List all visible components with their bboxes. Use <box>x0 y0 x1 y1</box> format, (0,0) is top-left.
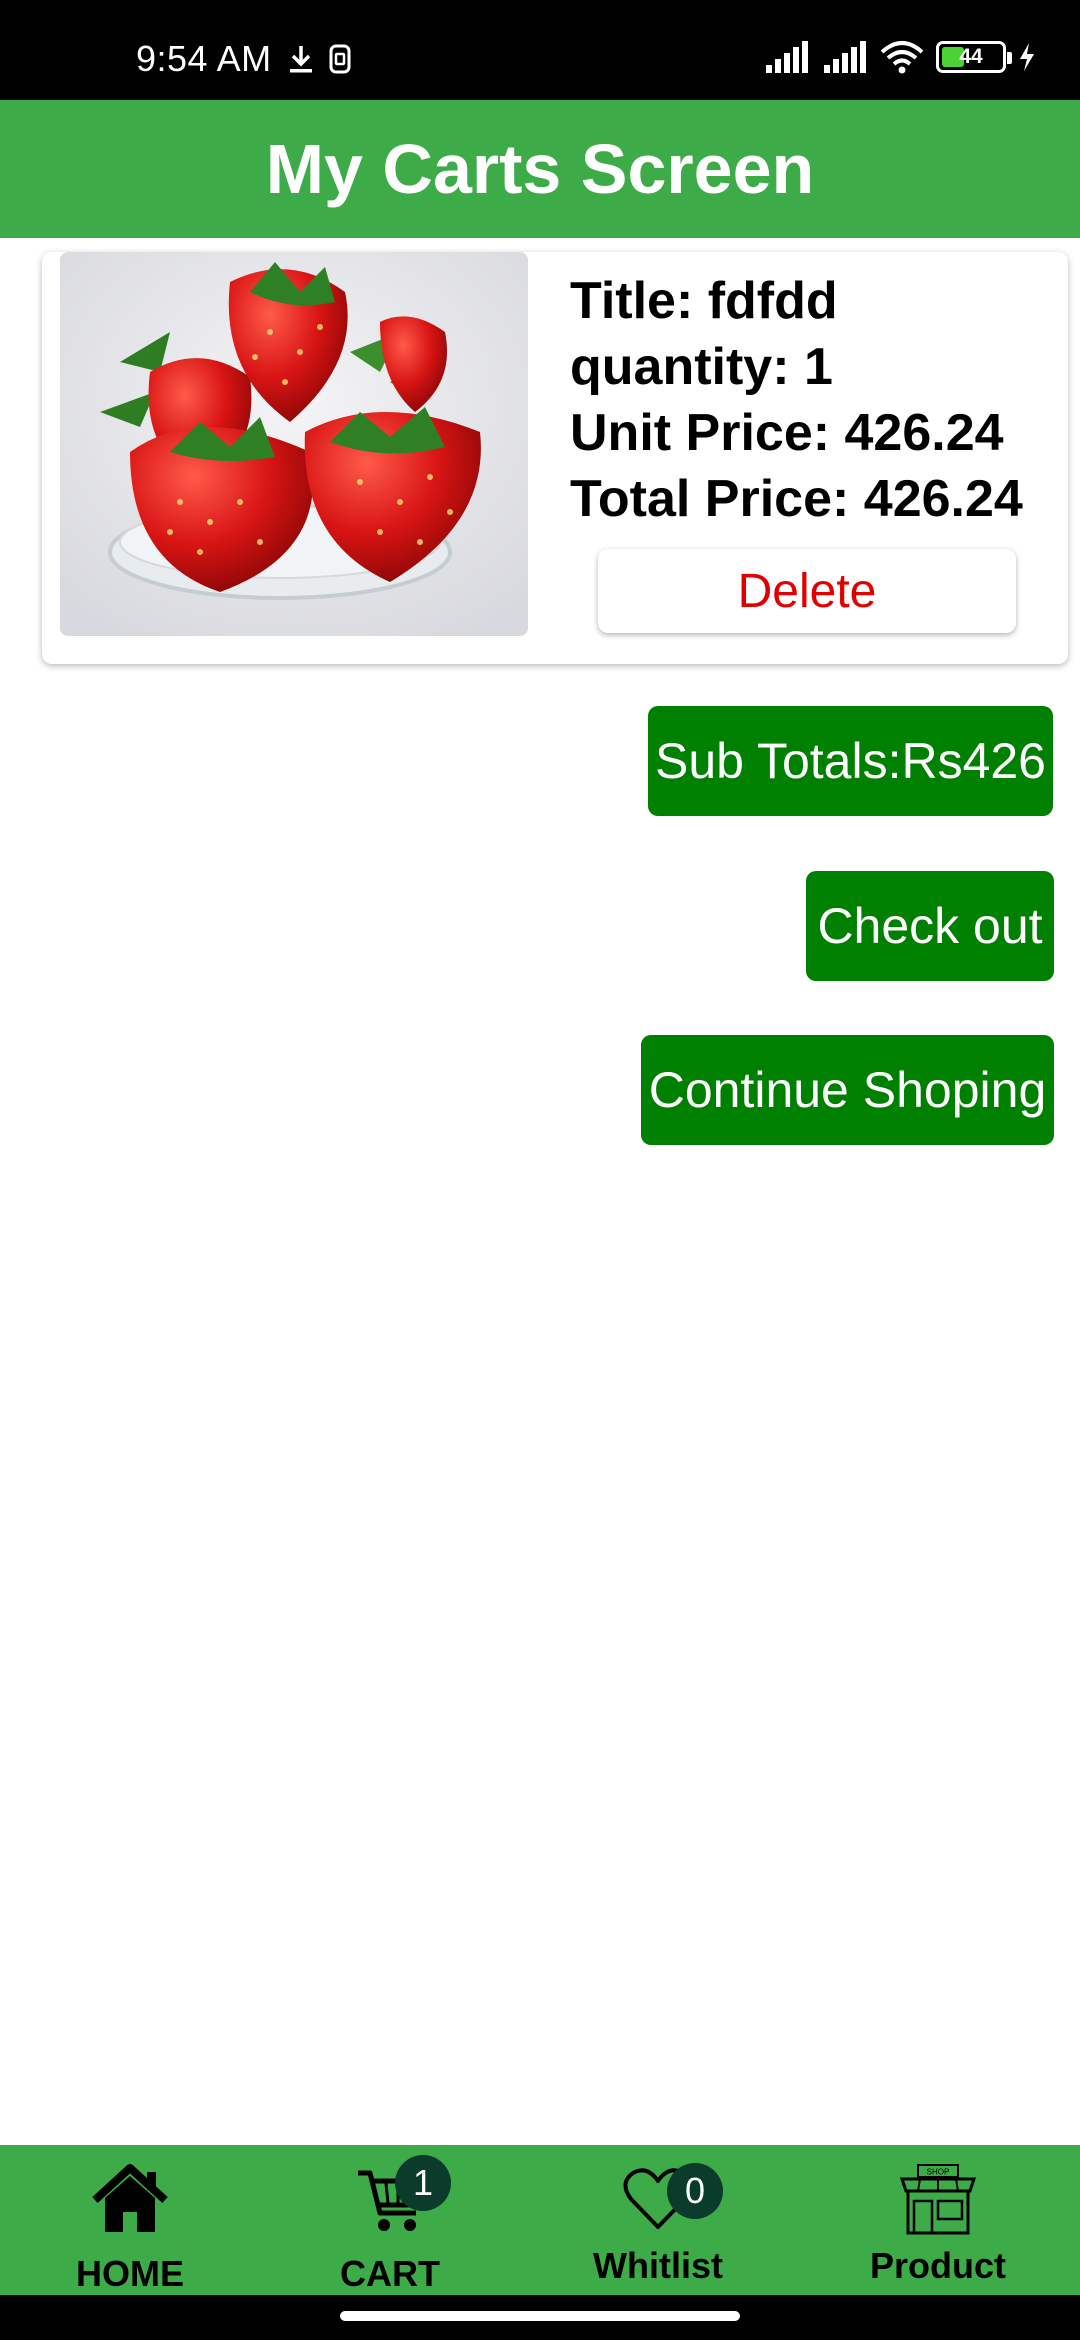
strawberry-image <box>60 252 528 636</box>
continue-shopping-button[interactable]: Continue Shoping <box>641 1035 1054 1145</box>
battery-icon: 44 <box>936 41 1012 73</box>
charging-icon <box>1020 43 1034 71</box>
status-left-icons <box>288 44 352 74</box>
sim-icon <box>329 44 351 74</box>
signal-icon <box>766 41 808 73</box>
subtotal-button[interactable]: Sub Totals:Rs426 <box>648 706 1053 816</box>
checkout-button[interactable]: Check out <box>806 871 1054 981</box>
nav-item-whitlist[interactable]: 0 Whitlist <box>548 2145 768 2295</box>
nav-item-cart[interactable]: 1 CART <box>280 2145 500 2295</box>
nav-item-home[interactable]: HOME <box>20 2145 240 2295</box>
nav-item-product[interactable]: SHOP Product <box>828 2145 1048 2295</box>
cart-item-details: Title: fdfdd quantity: 1 Unit Price: 426… <box>570 268 1023 532</box>
app-bar: My Carts Screen <box>0 100 1080 238</box>
delete-button[interactable]: Delete <box>598 549 1016 633</box>
download-icon <box>290 46 312 73</box>
whitlist-badge: 0 <box>667 2163 723 2219</box>
status-time: 9:54 AM <box>136 38 272 79</box>
product-image <box>60 252 528 636</box>
status-bar: 9:54 AM 44 <box>0 0 1080 100</box>
item-quantity: quantity: 1 <box>570 338 833 396</box>
home-indicator[interactable] <box>340 2311 740 2321</box>
nav-label-home: HOME <box>76 2253 184 2294</box>
page-title: My Carts Screen <box>265 130 815 208</box>
battery-cap <box>1007 52 1012 64</box>
item-total-price: Total Price: 426.24 <box>570 470 1023 528</box>
heart-icon: 0 <box>613 2159 723 2239</box>
item-unit-price: Unit Price: 426.24 <box>570 404 1004 462</box>
wifi-icon <box>880 41 924 74</box>
cart-item-card: Title: fdfdd quantity: 1 Unit Price: 426… <box>42 252 1068 664</box>
system-nav-bar <box>0 2295 1080 2340</box>
nav-label-whitlist: Whitlist <box>593 2245 723 2286</box>
status-right-icons: 44 <box>764 40 1036 74</box>
home-icon <box>85 2159 175 2239</box>
battery-level: 44 <box>959 45 983 68</box>
nav-label-product: Product <box>869 2245 1006 2286</box>
item-title: Title: fdfdd <box>570 272 838 330</box>
cart-icon: 1 <box>345 2155 451 2239</box>
shop-sign-text: SHOP <box>927 2168 950 2177</box>
nav-label-cart: CART <box>340 2253 440 2294</box>
bottom-nav: HOME 1 CART 0 Whitlist SHOP Product <box>0 2145 1080 2295</box>
cart-badge: 1 <box>395 2155 451 2211</box>
signal-icon <box>824 41 866 73</box>
shop-icon: SHOP <box>893 2159 983 2239</box>
